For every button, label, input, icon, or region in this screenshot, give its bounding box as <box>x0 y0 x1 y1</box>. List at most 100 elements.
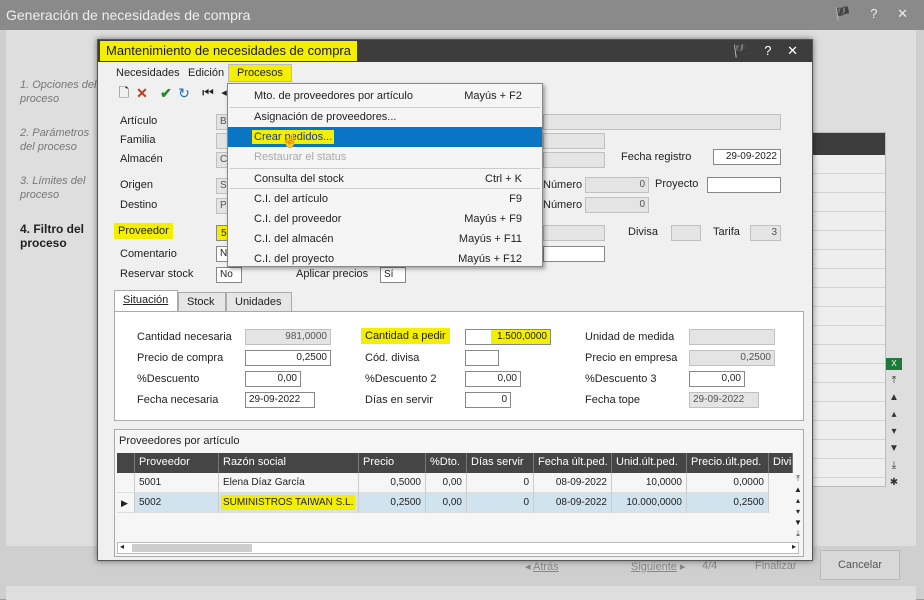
last-record-icon[interactable]: ⤓ <box>886 460 902 477</box>
dias-field[interactable]: 0 <box>465 392 511 408</box>
grid-down-icon[interactable]: ▼ <box>793 517 803 528</box>
first-record-icon[interactable]: ⤒ <box>886 375 902 392</box>
menu-item-consulta-stock[interactable]: Consulta del stock Ctrl + K <box>228 169 542 189</box>
fecha-tope-field[interactable]: 29-09-2022 <box>689 392 759 408</box>
descuento3-label: %Descuento 3 <box>585 373 657 385</box>
cell-fecha: 08-09-2022 <box>534 493 612 513</box>
fecha-nec-label: Fecha necesaria <box>137 394 219 406</box>
menu-item-ci-proveedor[interactable]: C.I. del proveedor Mayús + F9 <box>228 209 542 229</box>
menu-item-label: Restaurar el status <box>254 151 347 163</box>
next-button[interactable]: Siguiente ▸ <box>631 560 685 573</box>
menu-item-shortcut: Mayús + F2 <box>464 90 522 102</box>
unidad-field[interactable] <box>689 329 775 345</box>
scroll-left-icon[interactable]: ◂ <box>120 542 124 551</box>
prev-page-icon[interactable]: ▲ <box>886 392 902 409</box>
comentario-ext-field[interactable] <box>543 246 605 262</box>
grid-header-unid[interactable]: Unid.últ.ped. <box>612 453 687 473</box>
grid-prev-icon[interactable]: ▴ <box>793 495 803 506</box>
fecha-nec-field[interactable]: 29-09-2022 <box>245 392 315 408</box>
asterisk-icon[interactable]: ✱ <box>886 477 902 494</box>
menu-item-mto-proveedores[interactable]: Mto. de proveedores por artículo Mayús + … <box>228 86 542 106</box>
tab-stock[interactable]: Stock <box>178 292 226 312</box>
tab-situacion[interactable]: Situación <box>114 290 178 312</box>
cell-dto: 0,00 <box>426 493 467 513</box>
next-record-icon[interactable]: ▾ <box>886 426 902 443</box>
back-button[interactable]: ◂ Atrás <box>525 560 559 573</box>
descuento2-field[interactable]: 0,00 <box>465 371 521 387</box>
menu-item-restaurar[interactable]: Restaurar el status <box>228 147 542 167</box>
grid-header-divisa[interactable]: Divis <box>769 453 793 473</box>
step-limites[interactable]: 3. Límites del proceso <box>20 174 100 202</box>
descuento-field[interactable]: 0,00 <box>245 371 301 387</box>
numero-label-2: Número <box>543 199 583 211</box>
grid-header-dto[interactable]: %Dto. <box>426 453 467 473</box>
menu-item-shortcut: Mayús + F12 <box>458 253 522 265</box>
grid-header-precio[interactable]: Precio <box>359 453 426 473</box>
delete-icon[interactable]: ✕ <box>134 84 150 102</box>
row-pointer-icon: ▶ <box>117 493 135 513</box>
refresh-icon[interactable]: ↻ <box>176 84 192 102</box>
cell-precio-ult: 0,0000 <box>687 473 769 493</box>
cell-dias: 0 <box>467 473 534 493</box>
hscroll-thumb[interactable] <box>132 544 252 552</box>
grid-header-dias[interactable]: Días servir <box>467 453 534 473</box>
reservar-field[interactable]: No <box>216 267 242 283</box>
grid-header-proveedor[interactable]: Proveedor <box>135 453 219 473</box>
aplicar-field[interactable]: Sí <box>380 267 406 283</box>
numero-field-1[interactable]: 0 <box>585 177 649 193</box>
numero-field-2[interactable]: 0 <box>585 197 649 213</box>
tab-unidades[interactable]: Unidades <box>226 292 292 312</box>
menu-edicion[interactable]: Edición <box>188 67 224 79</box>
menu-item-ci-articulo[interactable]: C.I. del artículo F9 <box>228 189 542 209</box>
step-filtro[interactable]: 4. Filtro del proceso <box>20 222 100 250</box>
precio-emp-field[interactable]: 0,2500 <box>689 350 775 366</box>
grid-last-icon[interactable]: ⤓ <box>793 528 803 539</box>
first-icon[interactable]: ⏮ <box>200 84 216 102</box>
articulo-label: Artículo <box>120 115 158 127</box>
outer-window-controls[interactable]: 🏴 ? ✕ <box>834 6 916 22</box>
menu-necesidades[interactable]: Necesidades <box>116 67 180 79</box>
grid-header-fecha[interactable]: Fecha últ.ped. <box>534 453 612 473</box>
cod-divisa-field[interactable] <box>465 350 499 366</box>
cant-pedir-field[interactable]: 1.500,0000 <box>465 329 551 345</box>
prev-record-icon[interactable]: ▴ <box>886 409 902 426</box>
divisa-field[interactable] <box>671 225 701 241</box>
dialog-window-controls[interactable]: 🏴 ? ✕ <box>732 43 804 59</box>
tarifa-field[interactable]: 3 <box>750 225 781 241</box>
grid-next-icon[interactable]: ▾ <box>793 506 803 517</box>
fecha-registro-field[interactable]: 29-09-2022 <box>713 149 781 165</box>
new-document-icon[interactable]: 🗋 <box>116 84 132 102</box>
tab-situacion-label: Situación <box>123 294 169 306</box>
scroll-right-icon[interactable]: ▸ <box>792 542 796 551</box>
menu-procesos[interactable]: Procesos <box>228 64 292 82</box>
menu-item-crear-pedidos[interactable]: Crear pedidos... ☝ <box>228 127 542 148</box>
menu-item-ci-almacen[interactable]: C.I. del almacén Mayús + F11 <box>228 229 542 249</box>
menu-item-ci-proyecto[interactable]: C.I. del proyecto Mayús + F12 <box>228 249 542 269</box>
step-parametros[interactable]: 2. Parámetros del proceso <box>20 126 100 154</box>
familia-desc-field <box>543 133 605 149</box>
grid-hscroll[interactable]: ◂ ▸ <box>117 542 799 554</box>
descuento3-field[interactable]: 0,00 <box>689 371 745 387</box>
grid-first-icon[interactable]: ⤒ <box>793 473 803 484</box>
dialog-title: Mantenimiento de necesidades de compra <box>100 41 357 61</box>
cell-dias: 0 <box>467 493 534 513</box>
reservar-label: Reservar stock <box>120 268 194 280</box>
precio-compra-field[interactable]: 0,2500 <box>245 350 331 366</box>
menu-item-asignacion[interactable]: Asignación de proveedores... <box>228 107 542 127</box>
cant-nec-field[interactable]: 981,0000 <box>245 329 331 345</box>
cancel-button[interactable]: Cancelar <box>820 550 900 580</box>
grid-vscroll[interactable]: ⤒ ▲ ▴ ▾ ▼ ⤓ <box>793 473 803 541</box>
excel-icon[interactable]: X <box>886 358 902 370</box>
proyecto-field[interactable] <box>707 177 781 193</box>
grid-header-selector <box>117 453 135 473</box>
cell-proveedor: 5001 <box>135 473 219 493</box>
next-page-icon[interactable]: ▼ <box>886 443 902 460</box>
grid-header-razon[interactable]: Razón social <box>219 453 359 473</box>
accept-icon[interactable]: ✔ <box>158 84 174 102</box>
menu-item-label: C.I. del artículo <box>254 193 328 205</box>
grid-header-precio-ult[interactable]: Precio.últ.ped. <box>687 453 769 473</box>
finish-button[interactable]: Finalizar <box>755 560 797 572</box>
step-opciones[interactable]: 1. Opciones del proceso <box>20 78 100 106</box>
grid-title: Proveedores por artículo <box>119 435 240 447</box>
grid-up-icon[interactable]: ▲ <box>793 484 803 495</box>
